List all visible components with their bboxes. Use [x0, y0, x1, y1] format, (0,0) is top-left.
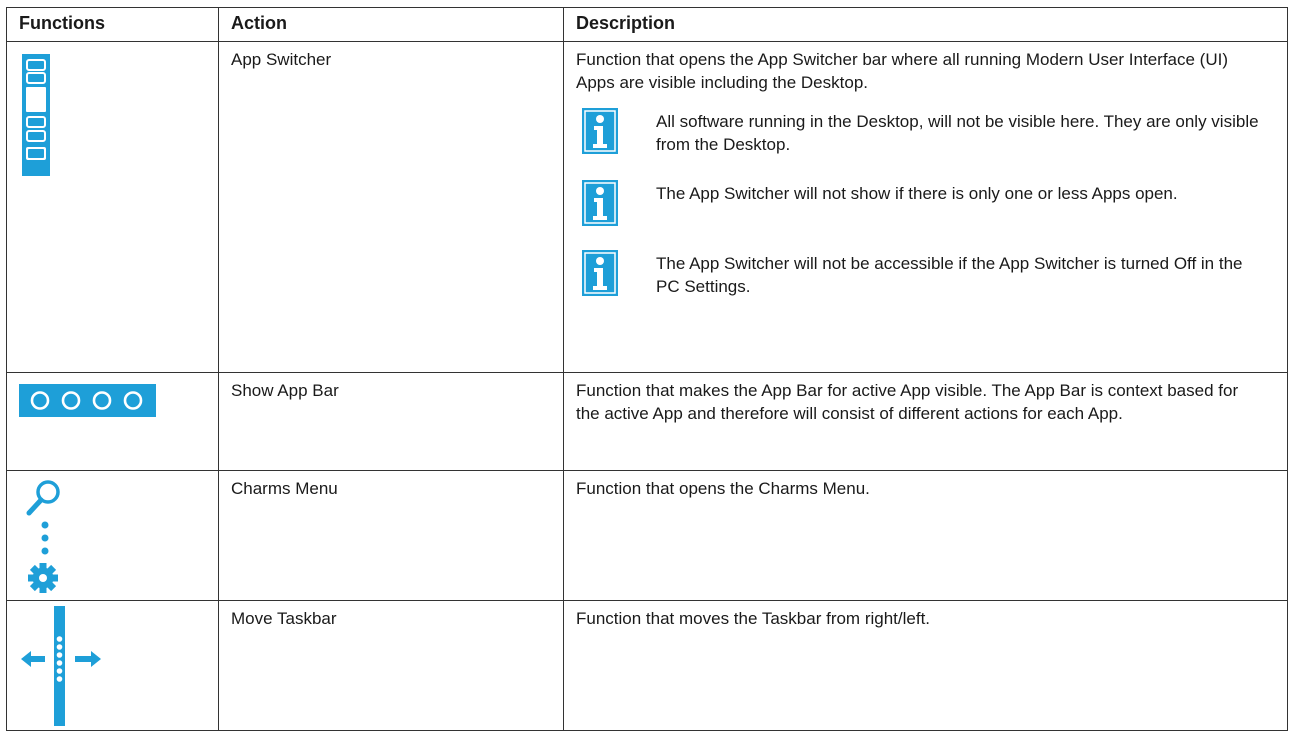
info-note-text: The App Switcher will not be accessible … [656, 254, 1243, 296]
table-header-row: Functions Action Description [6, 7, 1288, 42]
function-icon-cell [6, 600, 219, 731]
app-switcher-icon [7, 51, 218, 181]
description-cell: Function that opens the App Switcher bar… [563, 41, 1288, 373]
info-icon [582, 108, 618, 154]
table-row: Show App Bar Function that makes the App… [6, 372, 1288, 471]
action-cell: Move Taskbar [218, 600, 564, 731]
function-icon-cell [6, 41, 219, 373]
info-note-text: All software running in the Desktop, wil… [656, 112, 1259, 154]
header-action: Action [218, 7, 564, 42]
description-cell: Function that moves the Taskbar from rig… [563, 600, 1288, 731]
function-icon-cell [6, 372, 219, 471]
info-note: The App Switcher will not be accessible … [576, 250, 1263, 298]
info-icon [582, 180, 618, 226]
info-icon [582, 250, 618, 296]
move-taskbar-icon [7, 606, 218, 726]
table-row: Move Taskbar Function that moves the Tas… [6, 600, 1288, 731]
table-row: App Switcher Function that opens the App… [6, 41, 1288, 373]
description-cell: Function that makes the App Bar for acti… [563, 372, 1288, 471]
header-functions: Functions [6, 7, 219, 42]
description-text: Function that opens the App Switcher bar… [576, 50, 1229, 92]
app-bar-icon [7, 384, 218, 418]
function-icon-cell [6, 470, 219, 601]
description-cell: Function that opens the Charms Menu. [563, 470, 1288, 601]
info-note-text: The App Switcher will not show if there … [656, 184, 1178, 203]
action-cell: App Switcher [218, 41, 564, 373]
functions-table: Functions Action Description App Switche… [6, 7, 1288, 731]
header-description: Description [563, 7, 1288, 42]
action-cell: Charms Menu [218, 470, 564, 601]
info-note: All software running in the Desktop, wil… [576, 108, 1263, 156]
charms-icon [7, 477, 218, 599]
action-cell: Show App Bar [218, 372, 564, 471]
info-note: The App Switcher will not show if there … [576, 180, 1263, 226]
table-row: Charms Menu Function that opens the Char… [6, 470, 1288, 601]
